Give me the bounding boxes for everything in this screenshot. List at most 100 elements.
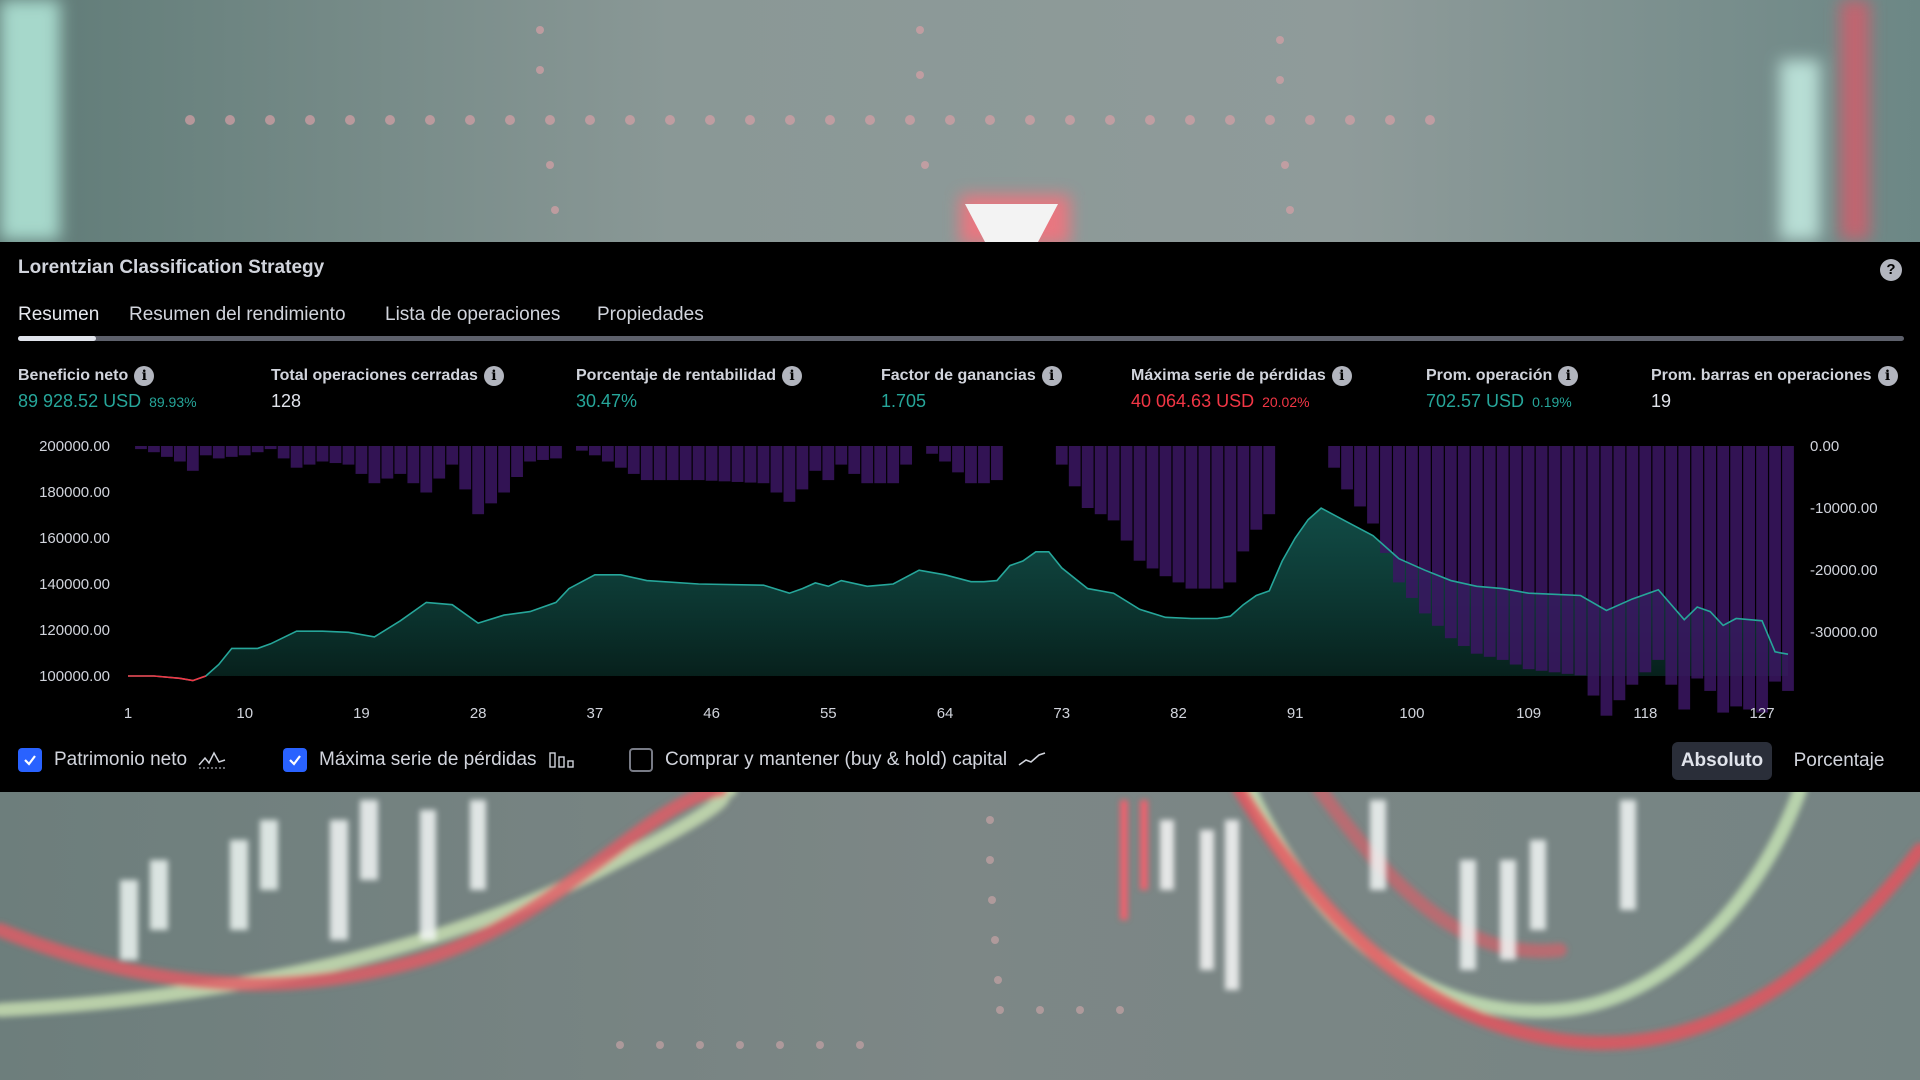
drawdown-bar <box>1354 446 1366 507</box>
drawdown-bar <box>173 446 186 462</box>
legend-equity[interactable]: Patrimonio neto <box>18 748 227 772</box>
drawdown-bar <box>1341 446 1353 490</box>
drawdown-bar <box>1081 446 1094 508</box>
x-axis-tick-label: 55 <box>820 705 837 722</box>
bar-chart-icon <box>548 752 574 768</box>
tab-active-indicator <box>18 336 96 341</box>
tab-lista-operaciones[interactable]: Lista de operaciones <box>385 304 560 326</box>
drawdown-bar <box>1159 446 1172 577</box>
metric-label: Total operaciones cerradas <box>271 367 478 384</box>
info-icon[interactable]: i <box>134 366 155 386</box>
drawdown-bar <box>1198 446 1211 589</box>
drawdown-bar <box>1626 446 1639 685</box>
tab-propiedades[interactable]: Propiedades <box>597 304 704 326</box>
drawdown-bar <box>316 446 329 462</box>
x-axis-tick-label: 46 <box>703 705 720 722</box>
drawdown-bar <box>965 446 977 484</box>
help-icon[interactable]: ? <box>1880 259 1902 281</box>
left-axis-tick-label: 100000.00 <box>39 668 110 685</box>
absolute-button[interactable]: Absoluto <box>1672 742 1772 780</box>
drawdown-bar <box>1587 446 1600 696</box>
drawdown-bar <box>277 446 290 459</box>
tab-resumen-rendimiento[interactable]: Resumen del rendimiento <box>129 304 346 326</box>
metric-value: 1.705 <box>881 391 927 411</box>
metric-percent-profitable: Porcentaje de rentabilidad i 30.47% <box>576 366 803 412</box>
x-axis-tick-label: 37 <box>587 705 604 722</box>
drawdown-bar <box>303 446 316 465</box>
drawdown-bar <box>900 446 913 465</box>
checkbox-equity[interactable] <box>18 748 42 772</box>
metric-label: Beneficio neto <box>18 367 129 384</box>
info-icon[interactable]: i <box>1041 366 1062 386</box>
drawdown-bar <box>1756 446 1768 713</box>
drawdown-bar <box>433 446 446 479</box>
drawdown-bar <box>809 446 822 471</box>
drawdown-bar <box>1068 446 1081 487</box>
info-icon[interactable]: i <box>782 366 803 386</box>
drawdown-bar <box>1730 446 1743 707</box>
drawdown-bar <box>135 446 147 450</box>
info-icon[interactable]: i <box>483 366 504 386</box>
tab-resumen[interactable]: Resumen <box>18 304 99 326</box>
drawdown-bar <box>1107 446 1120 521</box>
metric-label: Máxima serie de pérdidas <box>1131 367 1326 384</box>
left-axis-tick-label: 140000.00 <box>39 576 110 593</box>
drawdown-bar <box>407 446 420 484</box>
drawdown-bar <box>1535 446 1548 671</box>
drawdown-bar <box>1418 446 1431 614</box>
equity-drawdown-chart[interactable]: 200000.00 180000.00 160000.00 140000.00 1200… <box>0 428 1920 728</box>
drawdown-bar <box>148 446 160 453</box>
drawdown-bar <box>601 446 614 462</box>
drawdown-bar <box>887 446 900 484</box>
drawdown-bar <box>1704 446 1717 691</box>
metric-avg-bars-in-trades: Prom. barras en operaciones i 19 <box>1651 366 1898 412</box>
x-axis-tick-label: 10 <box>236 705 253 722</box>
drawdown-bar <box>212 446 225 459</box>
equity-line-negative <box>128 675 207 682</box>
drawdown-bar <box>835 446 848 465</box>
x-axis-tick-label: 73 <box>1053 705 1070 722</box>
metric-max-drawdown: Máxima serie de pérdidas i 40 064.63 USD 2… <box>1131 366 1352 412</box>
metric-percent: 20.02% <box>1262 394 1310 410</box>
drawdown-bar <box>1367 446 1379 524</box>
info-icon[interactable]: i <box>1877 366 1898 386</box>
legend-drawdown[interactable]: Máxima serie de pérdidas <box>283 748 577 772</box>
percentage-button[interactable]: Porcentaje <box>1784 742 1894 780</box>
info-icon[interactable]: i <box>1331 366 1352 386</box>
x-axis-tick-label: 64 <box>937 705 954 722</box>
info-icon[interactable]: i <box>1558 366 1579 386</box>
checkbox-buy-hold[interactable] <box>629 748 653 772</box>
drawdown-bar <box>588 446 601 456</box>
drawdown-bar <box>1652 446 1665 660</box>
x-axis-tick-label: 1 <box>124 705 132 722</box>
legend-buy-hold[interactable]: Comprar y mantener (buy & hold) capital <box>629 748 1047 772</box>
legend-label: Máxima serie de pérdidas <box>319 749 537 770</box>
drawdown-bar <box>1678 446 1691 710</box>
left-axis-tick-label: 180000.00 <box>39 484 110 501</box>
drawdown-bar <box>1172 446 1185 583</box>
drawdown-bar <box>1393 446 1405 583</box>
drawdown-bar <box>1211 446 1224 589</box>
x-axis-tick-label: 91 <box>1287 705 1304 722</box>
metric-value: 19 <box>1651 391 1672 411</box>
drawdown-bar <box>1483 446 1496 657</box>
metric-label: Porcentaje de rentabilidad <box>576 367 777 384</box>
metric-label: Factor de ganancias <box>881 367 1036 384</box>
checkbox-drawdown[interactable] <box>283 748 307 772</box>
metric-percent: 89.93% <box>149 394 197 410</box>
drawdown-bar <box>1600 446 1613 716</box>
metric-value: 702.57 USD <box>1426 391 1525 411</box>
drawdown-bar <box>796 446 809 490</box>
metric-value: 30.47% <box>576 391 638 411</box>
drawdown-bar <box>446 446 459 465</box>
legend-label: Comprar y mantener (buy & hold) capital <box>665 749 1008 770</box>
drawdown-bar <box>1717 446 1730 713</box>
drawdown-bar <box>1263 446 1276 515</box>
right-axis-tick-label: -20000.00 <box>1810 562 1878 579</box>
drawdown-bar <box>251 446 264 453</box>
drawdown-bar <box>485 446 498 504</box>
drawdown-bar <box>1250 446 1263 530</box>
drawdown-bar <box>1055 446 1068 465</box>
drawdown-bar <box>1237 446 1250 552</box>
drawdown-bar <box>1470 446 1483 654</box>
